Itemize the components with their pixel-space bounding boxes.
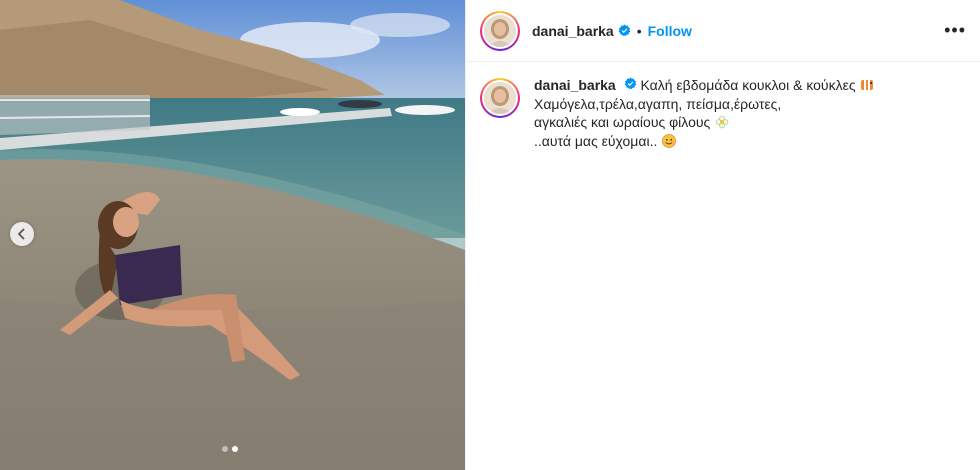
caption-text-line-1: Καλή εβδομάδα κουκλοι & κούκλες: [640, 77, 856, 93]
header-username[interactable]: danai_barka: [532, 23, 614, 39]
post-side-panel: danai_barka • Follow ••• danai_barka Καλ…: [465, 0, 980, 470]
post-header: danai_barka • Follow •••: [466, 0, 980, 62]
carousel-dot: [222, 446, 228, 452]
profile-picture: [484, 82, 516, 114]
chevron-left-icon: [17, 228, 25, 240]
caption-line-4: ..αυτά μας εύχομαι..: [534, 132, 874, 151]
carousel-indicator: [222, 446, 238, 452]
profile-picture: [484, 14, 516, 47]
carousel-dot-active: [232, 446, 238, 452]
caption-text-line-4: ..αυτά μας εύχομαι..: [534, 132, 658, 149]
caption-line-1: danai_barka Καλή εβδομάδα κουκλοι & κούκ…: [534, 76, 874, 95]
post-photo[interactable]: [0, 0, 465, 470]
verified-badge-icon: [618, 24, 631, 37]
caption-line-3: αγκαλιές και ωραίους φίλους: [534, 113, 874, 132]
more-options-icon[interactable]: •••: [944, 20, 966, 41]
beach-photo: [0, 0, 465, 470]
fish-emoji-icon: [861, 80, 874, 90]
smiling-face-emoji-icon: [662, 133, 677, 148]
caption-text-line-2: Χαμόγελα,τρέλα,αγαπη, πείσμα,έρωτες,: [534, 95, 782, 112]
flower-emoji-icon: [715, 115, 729, 129]
follow-button[interactable]: Follow: [648, 23, 692, 39]
caption-avatar[interactable]: [480, 78, 520, 118]
carousel-prev-button[interactable]: [10, 222, 34, 246]
caption-text: danai_barka Καλή εβδομάδα κουκλοι & κούκ…: [534, 76, 874, 150]
avatar[interactable]: [480, 10, 520, 51]
post-caption: danai_barka Καλή εβδομάδα κουκλοι & κούκ…: [466, 62, 980, 164]
caption-text-line-3: αγκαλιές και ωραίους φίλους: [534, 114, 711, 130]
separator-dot: •: [636, 22, 642, 39]
caption-username[interactable]: danai_barka: [534, 77, 616, 93]
verified-badge-icon: [624, 77, 637, 90]
